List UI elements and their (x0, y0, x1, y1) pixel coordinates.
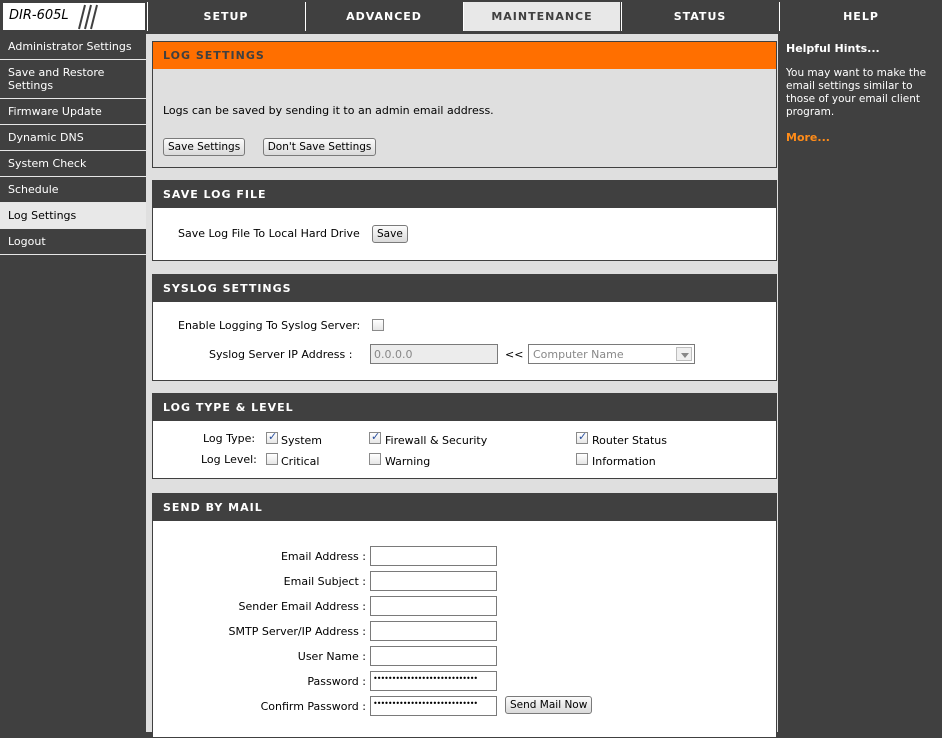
main-content: LOG SETTINGS Logs can be saved by sendin… (146, 34, 778, 738)
password-value: •••••••••••••••••••••••••••• (373, 674, 478, 683)
warning-label: Warning (385, 455, 431, 468)
user-name-input[interactable] (370, 646, 497, 666)
password-input[interactable]: •••••••••••••••••••••••••••• (370, 671, 497, 691)
email-address-input[interactable] (370, 546, 497, 566)
critical-label: Critical (281, 455, 320, 468)
computer-name-select[interactable]: Computer Name (528, 344, 695, 364)
sidebar-item-log-settings[interactable]: Log Settings (0, 203, 146, 229)
sidebar: Administrator Settings Save and Restore … (0, 34, 146, 732)
dont-save-settings-button[interactable]: Don't Save Settings (262, 138, 377, 156)
firewall-checkbox[interactable] (369, 430, 381, 444)
log-type-level-section: LOG TYPE & LEVEL Log Type: System Firewa… (152, 393, 777, 479)
critical-checkbox[interactable] (266, 453, 278, 465)
log-level-label: Log Level: (201, 453, 257, 466)
sidebar-item-schedule[interactable]: Schedule (0, 177, 146, 203)
more-link[interactable]: More... (786, 131, 934, 144)
syslog-arrow: << (505, 348, 524, 361)
warning-checkbox[interactable] (369, 453, 381, 465)
enable-syslog-checkbox[interactable] (372, 319, 384, 331)
password-label: Password : (307, 675, 366, 688)
enable-syslog-label: Enable Logging To Syslog Server: (178, 319, 361, 332)
log-type-label: Log Type: (203, 432, 256, 445)
tab-status[interactable]: STATUS (621, 2, 778, 31)
tab-help[interactable]: HELP (779, 2, 942, 31)
email-subject-input[interactable] (370, 571, 497, 591)
log-type-level-title: LOG TYPE & LEVEL (153, 394, 776, 421)
send-mail-now-button[interactable]: Send Mail Now (505, 696, 593, 714)
model-logo: DIR-605L (2, 2, 146, 31)
syslog-settings-section: SYSLOG SETTINGS Enable Logging To Syslog… (152, 274, 777, 381)
tab-maintenance[interactable]: MAINTENANCE (463, 2, 620, 31)
send-by-mail-section: SEND BY MAIL Email Address : Email Subje… (152, 493, 777, 738)
router-status-checkbox[interactable] (576, 430, 588, 444)
smtp-server-input[interactable] (370, 621, 497, 641)
log-settings-description: Logs can be saved by sending it to an ad… (163, 104, 494, 117)
tab-setup[interactable]: SETUP (147, 2, 304, 31)
user-name-label: User Name : (297, 650, 366, 663)
email-subject-label: Email Subject : (283, 575, 366, 588)
sidebar-item-system-check[interactable]: System Check (0, 151, 146, 177)
helpful-hints-text: You may want to make the email settings … (786, 67, 927, 118)
syslog-ip-label: Syslog Server IP Address : (209, 348, 353, 361)
email-address-label: Email Address : (280, 550, 366, 563)
router-status-label: Router Status (592, 434, 668, 447)
send-by-mail-title: SEND BY MAIL (153, 494, 776, 521)
chevron-down-icon (676, 347, 692, 361)
save-log-file-title: SAVE LOG FILE (153, 181, 776, 208)
sidebar-item-firmware-update[interactable]: Firmware Update (0, 99, 146, 125)
smtp-server-label: SMTP Server/IP Address : (228, 625, 366, 638)
information-checkbox[interactable] (576, 453, 588, 465)
sender-email-label: Sender Email Address : (238, 600, 366, 613)
top-navigation-bar: DIR-605L SETUP ADVANCED MAINTENANCE STAT… (0, 0, 942, 35)
save-log-file-label: Save Log File To Local Hard Drive (178, 227, 360, 240)
syslog-ip-input[interactable]: 0.0.0.0 (370, 344, 498, 364)
computer-name-value: Computer Name (533, 348, 624, 361)
system-label: System (281, 434, 323, 447)
syslog-settings-title: SYSLOG SETTINGS (153, 275, 776, 302)
logo-slashes-icon (78, 4, 98, 30)
system-checkbox[interactable] (266, 430, 278, 444)
model-name: DIR-605L (9, 8, 69, 23)
confirm-password-label: Confirm Password : (260, 700, 366, 713)
confirm-password-value: •••••••••••••••••••••••••••• (373, 699, 478, 708)
sender-email-input[interactable] (370, 596, 497, 616)
sidebar-item-administrator-settings[interactable]: Administrator Settings (0, 34, 146, 60)
syslog-ip-value: 0.0.0.0 (374, 348, 413, 361)
sidebar-item-save-and-restore[interactable]: Save and Restore Settings (0, 60, 146, 99)
log-settings-section: LOG SETTINGS Logs can be saved by sendin… (152, 41, 777, 168)
save-settings-button[interactable]: Save Settings (163, 138, 246, 156)
firewall-label: Firewall & Security (385, 434, 488, 447)
information-label: Information (592, 455, 656, 468)
log-settings-title: LOG SETTINGS (153, 42, 776, 69)
sidebar-item-logout[interactable]: Logout (0, 229, 146, 255)
save-log-file-button[interactable]: Save (372, 225, 408, 243)
helpful-hints-title: Helpful Hints... (786, 42, 880, 55)
confirm-password-input[interactable]: •••••••••••••••••••••••••••• (370, 696, 497, 716)
save-log-file-section: SAVE LOG FILE Save Log File To Local Har… (152, 180, 777, 261)
sidebar-item-dynamic-dns[interactable]: Dynamic DNS (0, 125, 146, 151)
tab-advanced[interactable]: ADVANCED (305, 2, 462, 31)
helpful-hints-panel: Helpful Hints... You may want to make th… (778, 34, 942, 732)
